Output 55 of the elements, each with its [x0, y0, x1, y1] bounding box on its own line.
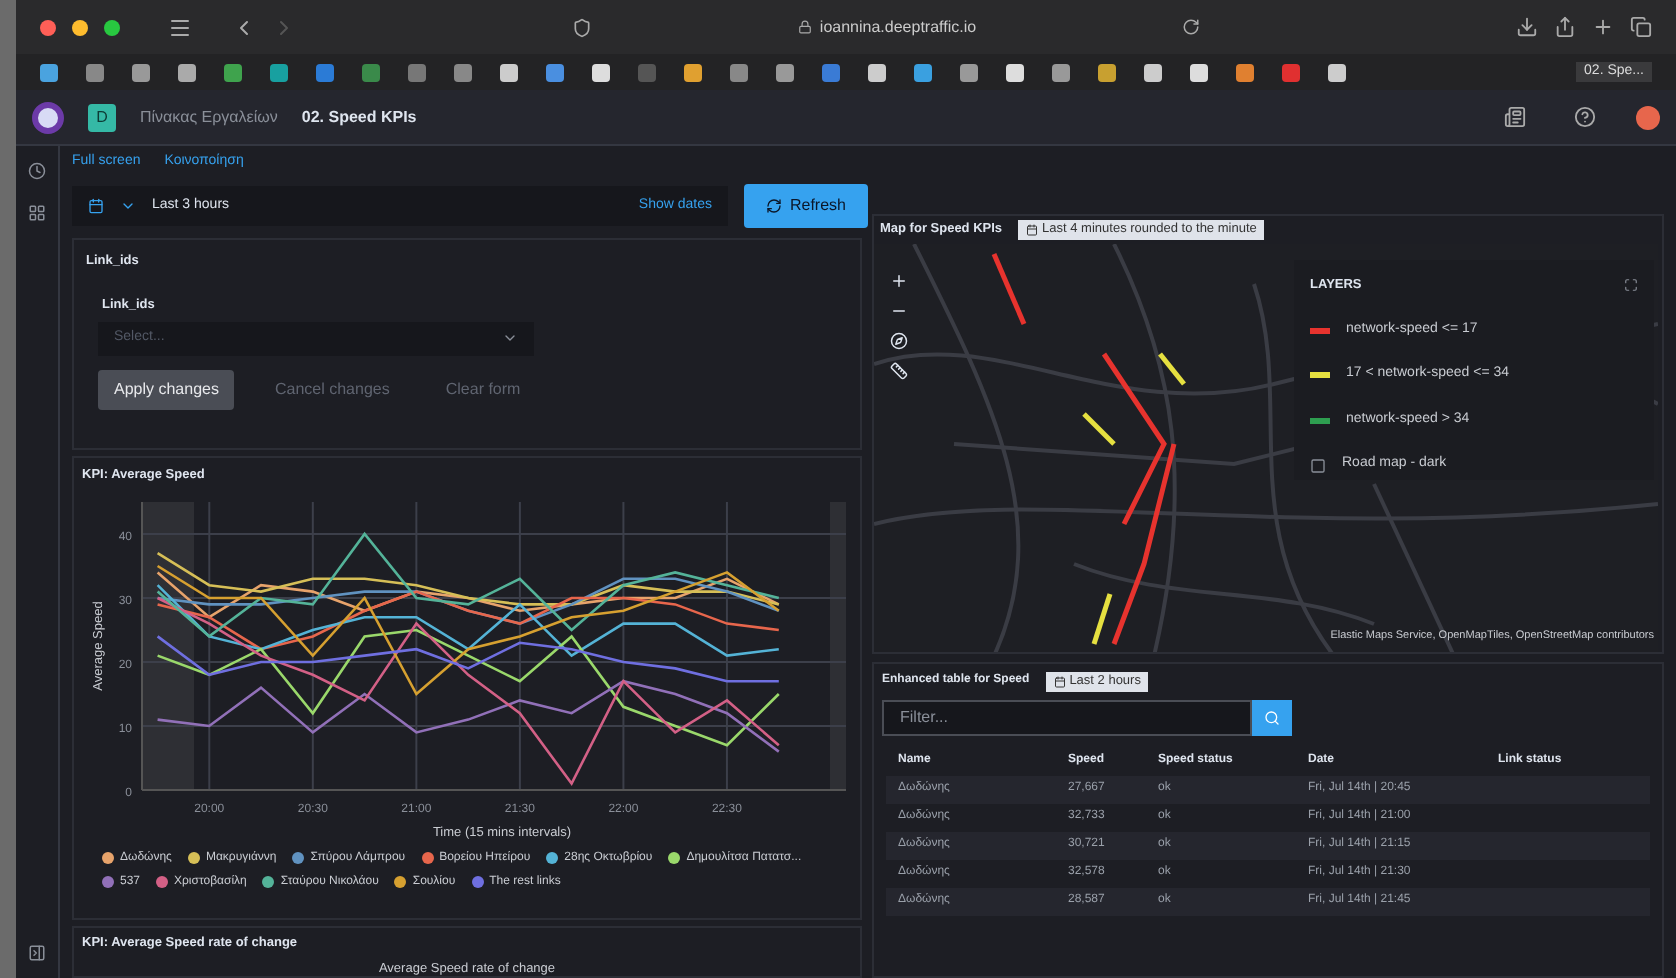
share-icon[interactable] [1554, 16, 1576, 38]
download-icon[interactable] [1516, 16, 1538, 38]
bookmark-icon[interactable] [178, 63, 196, 81]
collapse-icon[interactable] [28, 944, 46, 962]
space-badge[interactable]: D [88, 103, 116, 131]
bookmark-icon[interactable] [132, 63, 150, 81]
filter-field[interactable]: Filter... [882, 699, 1252, 736]
maximize-window-icon[interactable] [104, 19, 120, 35]
bookmark-icon[interactable] [1144, 63, 1162, 81]
caret-icon [502, 330, 518, 346]
bookmark-icon[interactable] [1236, 63, 1254, 81]
bookmark-icon[interactable] [40, 63, 58, 81]
news-icon[interactable] [1504, 106, 1526, 128]
caret-icon[interactable] [120, 198, 136, 214]
tiles-icon [1310, 457, 1326, 473]
recent-icon[interactable] [28, 162, 46, 180]
help-icon[interactable] [1574, 106, 1596, 128]
new-tab-icon[interactable] [1592, 16, 1614, 38]
breadcrumb: 02. Speed KPIs [301, 105, 417, 129]
bookmark-icon[interactable] [1098, 63, 1116, 81]
address-bar[interactable]: ioannina.deeptraffic.io [819, 15, 977, 39]
shield-icon[interactable] [572, 17, 592, 37]
bookmark-icon[interactable] [592, 63, 610, 81]
bookmark-icon[interactable] [776, 63, 794, 81]
sidebar-icon[interactable] [168, 15, 192, 39]
bookmark-icon[interactable] [270, 63, 288, 81]
ruler-icon[interactable] [890, 362, 908, 380]
bookmark-icon[interactable] [1328, 63, 1346, 81]
form-button[interactable]: Apply changes [98, 369, 235, 409]
bookmark-icon[interactable] [1006, 63, 1024, 81]
bookmark-icon[interactable] [224, 63, 242, 81]
reload-icon[interactable] [1182, 18, 1200, 36]
bookmark-icon[interactable] [914, 63, 932, 81]
refresh-button[interactable]: Refresh [744, 184, 868, 228]
tabs-overview-icon[interactable] [1630, 16, 1652, 38]
bookmark-icon[interactable] [1190, 63, 1208, 81]
close-window-icon[interactable] [40, 19, 56, 35]
zoom-in-icon[interactable] [890, 272, 908, 290]
bookmark-icon[interactable] [500, 63, 518, 81]
bookmark-icon[interactable] [960, 63, 978, 81]
search-icon [1264, 709, 1280, 726]
refresh-icon [765, 198, 782, 214]
compass-icon[interactable] [890, 332, 908, 350]
breadcrumb[interactable]: Πίνακας Εργαλείων [140, 105, 278, 129]
calendar-icon[interactable] [88, 198, 104, 214]
avatar[interactable] [1636, 105, 1660, 129]
bookmark-icon[interactable] [868, 63, 886, 81]
bookmark-icon[interactable] [546, 63, 564, 81]
bookmark-icon[interactable] [684, 63, 702, 81]
minimize-window-icon[interactable] [72, 19, 88, 35]
lock-icon [797, 20, 812, 34]
dashboard-icon[interactable] [28, 204, 46, 222]
logo-icon[interactable] [32, 101, 64, 133]
bookmark-icon[interactable] [1052, 63, 1070, 81]
search-button[interactable] [1252, 699, 1292, 736]
